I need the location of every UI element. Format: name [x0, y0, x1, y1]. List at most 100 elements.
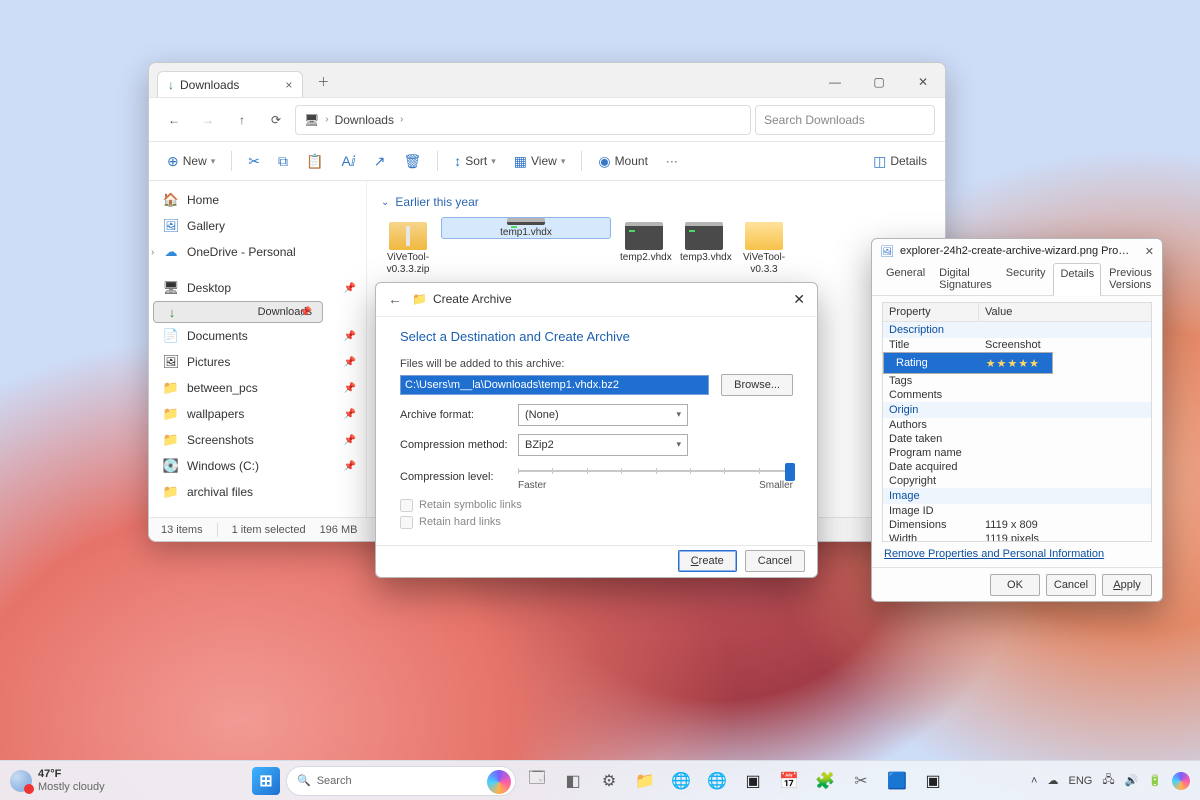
sidebar-item-home[interactable]: 🏠Home — [149, 187, 366, 213]
compression-method-select[interactable]: BZip2▾ — [518, 434, 688, 456]
file-item[interactable]: ViVeTool-v0.3.3.zip — [381, 217, 435, 280]
sidebar-item-this-pc[interactable]: ›🖥This PC — [149, 515, 366, 517]
new-tab-button[interactable]: ＋ — [311, 69, 335, 93]
prop-row-dimensions[interactable]: Dimensions1119 x 809 — [883, 518, 1151, 532]
cancel-button[interactable]: Cancel — [745, 550, 805, 572]
language-indicator[interactable]: ENG — [1068, 775, 1092, 787]
close-button[interactable]: ✕ — [1145, 245, 1154, 258]
more-button[interactable]: ··· — [658, 147, 686, 175]
back-button[interactable]: ← — [159, 105, 189, 135]
ok-button[interactable]: OK — [990, 574, 1040, 596]
copy-button[interactable]: ⧉ — [270, 147, 296, 175]
up-button[interactable]: ↑ — [227, 105, 257, 135]
close-button[interactable]: ✕ — [793, 291, 805, 308]
share-button[interactable]: ↗ — [366, 147, 394, 175]
new-button[interactable]: ⊕New ▾ — [159, 147, 223, 175]
cancel-button[interactable]: Cancel — [1046, 574, 1096, 596]
browse-button[interactable]: Browse... — [721, 374, 793, 396]
prop-row-date-acquired[interactable]: Date acquired — [883, 460, 1151, 474]
prop-row-width[interactable]: Width1119 pixels — [883, 532, 1151, 542]
archive-path-input[interactable]: C:\Users\m__la\Downloads\temp1.vhdx.bz2 — [400, 375, 709, 395]
forward-button[interactable]: → — [193, 105, 223, 135]
retain-symbolic-links-checkbox[interactable]: Retain symbolic links — [400, 499, 793, 512]
search-input[interactable]: Search Downloads — [755, 105, 935, 135]
copilot-preview-icon[interactable] — [1172, 772, 1190, 790]
maximize-button[interactable]: ▢ — [857, 67, 901, 97]
network-icon[interactable]: 🖧 — [1102, 771, 1114, 790]
sidebar-item-wallpapers[interactable]: 📁wallpapers📌 — [149, 401, 366, 427]
refresh-button[interactable]: ⟳ — [261, 105, 291, 135]
widgets-button[interactable]: ◧ — [558, 766, 588, 796]
sidebar-item-onedrive[interactable]: ›☁OneDrive - Personal — [149, 239, 366, 265]
battery-icon[interactable]: 🔋 — [1148, 774, 1162, 787]
pinned-app[interactable]: 📅 — [774, 766, 804, 796]
explorer-titlebar[interactable]: ↓ Downloads × ＋ ― ▢ ✕ — [149, 63, 945, 97]
prop-row-copyright[interactable]: Copyright — [883, 474, 1151, 488]
group-earlier-this-year[interactable]: ⌄Earlier this year — [381, 195, 931, 209]
start-button[interactable]: ⊞ — [252, 767, 280, 795]
archive-format-select[interactable]: (None)▾ — [518, 404, 688, 426]
pinned-app[interactable]: ✂ — [846, 766, 876, 796]
explorer-tab-downloads[interactable]: ↓ Downloads × — [157, 71, 303, 98]
breadcrumb[interactable]: 🖥 › Downloads › — [295, 105, 751, 135]
prop-row-authors[interactable]: Authors — [883, 418, 1151, 432]
tab-security[interactable]: Security — [1000, 263, 1052, 295]
col-value[interactable]: Value — [979, 303, 1018, 321]
sort-button[interactable]: ↕Sort ▾ — [446, 147, 504, 175]
remove-properties-link[interactable]: Remove Properties and Personal Informati… — [882, 542, 1152, 566]
details-pane-button[interactable]: ◫Details — [865, 147, 935, 175]
prop-row-comments[interactable]: Comments — [883, 388, 1151, 402]
mount-button[interactable]: ◉Mount — [590, 147, 656, 175]
paste-button[interactable]: 📋 — [298, 147, 331, 175]
pinned-app[interactable]: 🧩 — [810, 766, 840, 796]
volume-icon[interactable]: 🔊 — [1125, 774, 1139, 787]
edge-dev-app[interactable]: 🌐 — [702, 766, 732, 796]
copilot-icon[interactable] — [487, 770, 511, 794]
tab-digital-signatures[interactable]: Digital Signatures — [933, 263, 998, 295]
prop-row-tags[interactable]: Tags — [883, 374, 1151, 388]
file-item[interactable]: ViVeTool-v0.3.3 — [737, 217, 791, 280]
edge-app[interactable]: 🌐 — [666, 766, 696, 796]
tab-general[interactable]: General — [880, 263, 931, 295]
prop-row-image-id[interactable]: Image ID — [883, 504, 1151, 518]
back-button[interactable]: ← — [388, 291, 402, 307]
system-tray[interactable]: ˄ ☁ ENG 🖧 🔊 🔋 — [1031, 771, 1190, 790]
onedrive-tray-icon[interactable]: ☁ — [1047, 774, 1058, 787]
sidebar-item-between-pcs[interactable]: 📁between_pcs📌 — [149, 375, 366, 401]
task-view-button[interactable]: 🗔 — [522, 766, 552, 796]
prop-row-title[interactable]: TitleScreenshot — [883, 338, 1151, 352]
taskbar[interactable]: 47°F Mostly cloudy ⊞ 🔍 Search 🗔 ◧ ⚙ 📁 🌐 … — [0, 760, 1200, 800]
slider-thumb[interactable] — [785, 463, 795, 481]
file-item[interactable]: temp1.vhdx — [441, 217, 611, 239]
close-tab-icon[interactable]: × — [285, 78, 292, 92]
tray-chevron-up-icon[interactable]: ˄ — [1031, 775, 1037, 787]
sidebar-item-documents[interactable]: 📄Documents📌 — [149, 323, 366, 349]
view-button[interactable]: ▦View ▾ — [506, 147, 574, 175]
breadcrumb-item[interactable]: Downloads — [335, 113, 394, 127]
sidebar-item-windows-c[interactable]: 💽Windows (C:)📌 — [149, 453, 366, 479]
col-property[interactable]: Property — [883, 303, 979, 321]
create-button[interactable]: Create — [678, 550, 737, 572]
minimize-button[interactable]: ― — [813, 67, 857, 97]
sidebar-item-screenshots[interactable]: 📁Screenshots📌 — [149, 427, 366, 453]
file-explorer-app[interactable]: 📁 — [630, 766, 660, 796]
file-item[interactable]: temp3.vhdx — [677, 217, 731, 280]
weather-widget[interactable]: 47°F Mostly cloudy — [10, 768, 105, 792]
prop-row-date-taken[interactable]: Date taken — [883, 432, 1151, 446]
file-item[interactable]: temp2.vhdx — [617, 217, 671, 280]
compression-level-slider[interactable] — [518, 464, 793, 478]
tab-details[interactable]: Details — [1053, 263, 1101, 296]
apply-button[interactable]: Apply — [1102, 574, 1152, 596]
terminal-app[interactable]: ▣ — [738, 766, 768, 796]
cut-button[interactable]: ✂ — [240, 147, 268, 175]
sidebar-item-downloads[interactable]: ↓Downloads📌 — [153, 301, 323, 323]
sidebar-item-archival[interactable]: 📁archival files — [149, 479, 366, 505]
sidebar-item-desktop[interactable]: 🖥Desktop📌 — [149, 275, 366, 301]
prop-row-rating[interactable]: Rating★★★★★ — [883, 352, 1053, 374]
rename-button[interactable]: Aⅈ — [333, 147, 363, 175]
retain-hard-links-checkbox[interactable]: Retain hard links — [400, 516, 793, 529]
properties-grid[interactable]: PropertyValue Description TitleScreensho… — [882, 302, 1152, 542]
terminal-app-2[interactable]: ▣ — [918, 766, 948, 796]
settings-app[interactable]: ⚙ — [594, 766, 624, 796]
sidebar-item-pictures[interactable]: 🖼Pictures📌 — [149, 349, 366, 375]
